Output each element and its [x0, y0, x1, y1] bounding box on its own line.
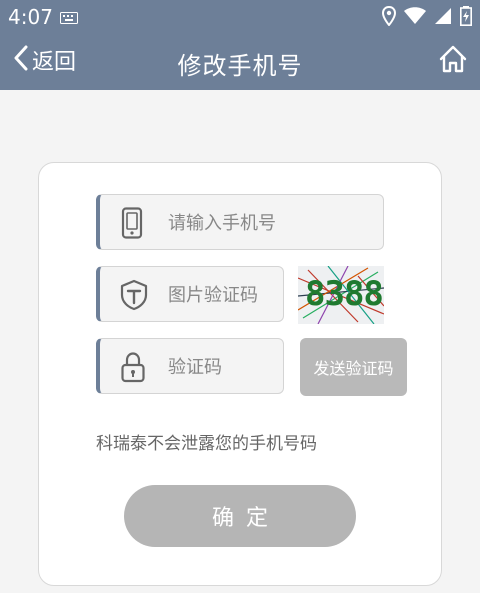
page-title: 修改手机号	[177, 52, 303, 80]
keyboard-icon	[60, 9, 78, 28]
captcha-field	[96, 266, 284, 323]
signal-icon	[434, 7, 452, 29]
home-icon	[438, 45, 468, 78]
phone-input[interactable]	[166, 195, 377, 251]
phone-field	[96, 194, 384, 251]
home-button[interactable]	[438, 44, 468, 78]
battery-icon	[460, 6, 472, 30]
confirm-button[interactable]: 确定	[124, 485, 356, 547]
verification-code-input[interactable]	[166, 339, 277, 395]
phone-icon	[120, 207, 144, 243]
verification-code-field	[96, 338, 284, 395]
captcha-image[interactable]: 8388	[298, 266, 384, 324]
lock-icon	[120, 351, 146, 387]
privacy-notice: 科瑞泰不会泄露您的手机号码	[96, 434, 317, 454]
nav-bar: 返回 修改手机号	[0, 34, 480, 90]
captcha-input[interactable]	[166, 267, 277, 323]
wifi-icon	[404, 7, 426, 29]
send-code-button[interactable]: 发送验证码	[300, 338, 407, 396]
status-time: 4:07	[8, 5, 53, 29]
form-card: 8388 发送验证码 科瑞泰不会泄露您的手机号码 确定	[38, 162, 442, 586]
captcha-text: 8388	[305, 274, 384, 314]
location-icon	[381, 5, 397, 30]
status-bar: 4:07	[0, 0, 480, 34]
shield-icon	[120, 279, 148, 315]
